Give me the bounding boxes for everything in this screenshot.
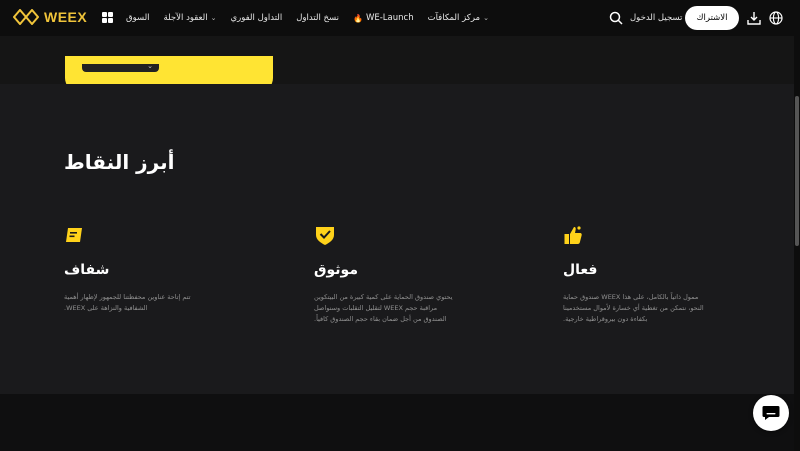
feature-description: يحتوي صندوق الحماية على كمية كبيرة من ال…: [314, 292, 479, 325]
feature-description: تتم إتاحة عناوين محفظتنا للجمهور لإظهار …: [64, 292, 229, 314]
flame-icon: 🔥: [352, 13, 363, 23]
menu-label: العقود الآجلة: [163, 13, 208, 23]
desc-line: ممول ذاتياً بالكامل، على هذا WEEX صندوق …: [563, 293, 699, 301]
menu-label: مركز المكافآت: [427, 13, 481, 23]
globe-icon[interactable]: [769, 11, 783, 25]
menu-label: السوق: [126, 13, 150, 23]
menu-label: التداول الفوري: [230, 13, 283, 23]
weex-logo-mark-icon: [13, 9, 39, 25]
desc-line: مراقبة حجم WEEX لتقليل التقلبات وسنواصل: [314, 304, 438, 312]
menu-label: نسخ التداول: [296, 13, 339, 23]
chevron-down-icon: ⌄: [210, 14, 217, 22]
desc-line: النحو، نتمكن من تغطية أي خسارة لأموال مس…: [563, 304, 704, 312]
chat-bubble-icon: [762, 406, 780, 420]
highlights-section: أبرز النقاط شفاف تتم إتاحة عناوين محفظتن…: [0, 84, 800, 394]
menu-item-we-launch[interactable]: 🔥 WE-Launch: [353, 13, 414, 23]
apps-grid-icon[interactable]: [102, 12, 113, 23]
shield-check-icon: [316, 227, 334, 245]
menu-label: WE-Launch: [365, 13, 414, 23]
document-icon: [66, 228, 82, 242]
logo-text: WEEX: [44, 9, 88, 25]
chevron-down-icon: ⌄: [483, 14, 489, 22]
menu-item-rewards[interactable]: مركز المكافآت ⌄: [428, 13, 489, 23]
next-section: [0, 394, 800, 451]
hero-band: ⌄: [0, 36, 800, 92]
search-icon[interactable]: [609, 11, 623, 25]
scrollbar-thumb[interactable]: [795, 96, 799, 246]
main-menu: السوق العقود الآجلة ⌄ التداول الفوري نسخ …: [126, 0, 489, 36]
login-link[interactable]: تسجيل الدخول: [630, 13, 682, 23]
feature-title: موثوق: [314, 262, 358, 278]
section-heading: أبرز النقاط: [64, 150, 175, 174]
chevron-down-icon: ⌄: [147, 62, 153, 70]
menu-item-futures[interactable]: العقود الآجلة ⌄: [164, 13, 217, 23]
menu-item-spot[interactable]: التداول الفوري: [230, 13, 282, 23]
desc-line: الشفافية والنزاهة على WEEX.: [64, 304, 148, 312]
thumbs-up-icon: [564, 226, 582, 244]
desc-line: بكفاءة دون بيروقراطية خارجية.: [563, 315, 648, 323]
desc-line: يحتوي صندوق الحماية على كمية كبيرة من ال…: [314, 293, 453, 301]
page-scrollbar[interactable]: [794, 36, 800, 451]
top-nav: WEEX السوق العقود الآجلة ⌄ التداول الفوري…: [0, 0, 800, 36]
feature-title: فعال: [563, 262, 598, 278]
hero-dropdown[interactable]: ⌄: [82, 62, 159, 72]
desc-line: تتم إتاحة عناوين محفظتنا للجمهور لإظهار …: [64, 293, 191, 301]
menu-item-market[interactable]: السوق: [126, 13, 150, 23]
feature-title: شفاف: [64, 262, 110, 278]
chat-support-button[interactable]: [753, 395, 789, 431]
signup-button[interactable]: الاشتراك: [685, 6, 739, 30]
feature-description: ممول ذاتياً بالكامل، على هذا WEEX صندوق …: [563, 292, 728, 325]
download-icon[interactable]: [747, 11, 761, 25]
weex-logo[interactable]: WEEX: [13, 9, 87, 25]
menu-item-copy-trading[interactable]: نسخ التداول: [296, 13, 339, 23]
desc-line: الصندوق من أجل ضمان بقاء حجم الصندوق كاف…: [314, 315, 447, 323]
